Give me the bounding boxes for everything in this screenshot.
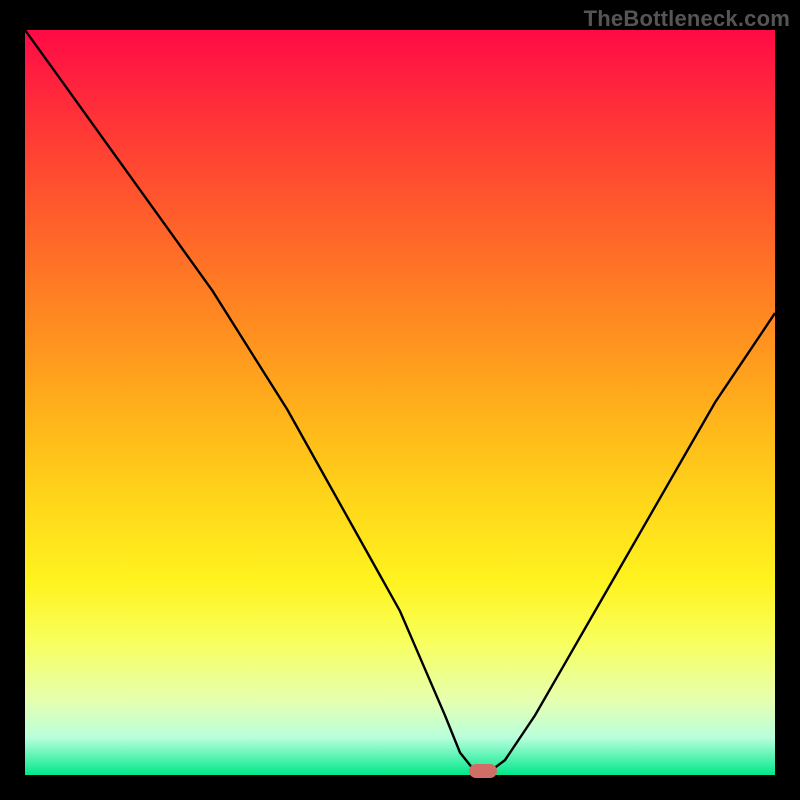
plot-area xyxy=(25,30,775,775)
curve-path xyxy=(25,30,775,771)
optimal-marker xyxy=(469,764,497,778)
bottleneck-curve xyxy=(25,30,775,775)
watermark-text: TheBottleneck.com xyxy=(584,6,790,32)
chart-frame: TheBottleneck.com xyxy=(0,0,800,800)
